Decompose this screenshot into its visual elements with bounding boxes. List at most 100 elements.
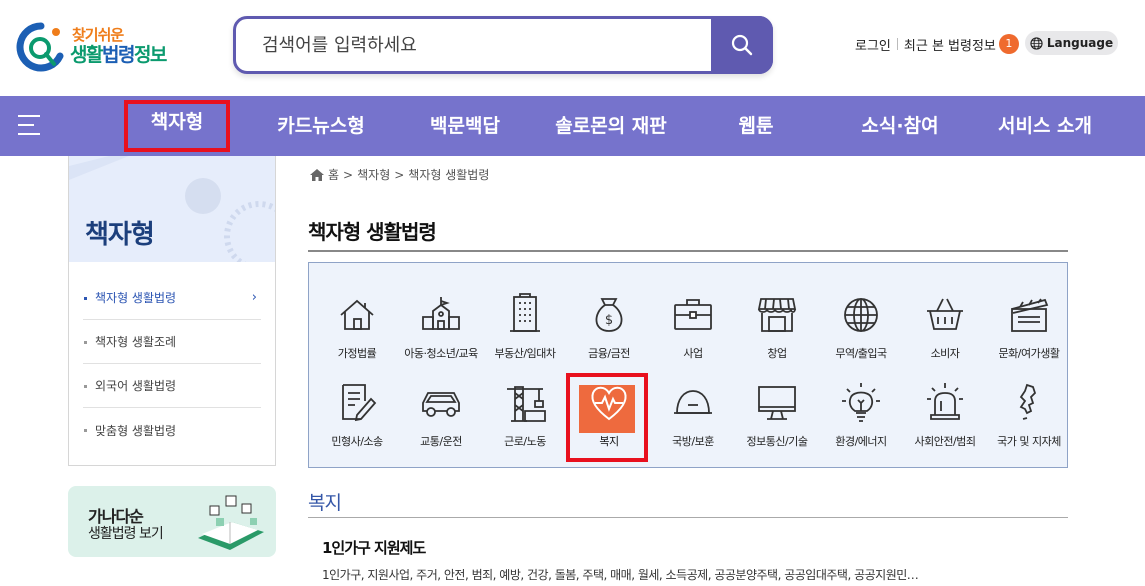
nav-item-booklet[interactable]: 책자형: [124, 100, 230, 152]
house-icon: [340, 299, 374, 330]
category-label: 근로/노동: [504, 435, 546, 448]
category-label: 부동산/임대차: [494, 347, 556, 360]
building-icon: [510, 293, 540, 332]
korea-map-icon: [1019, 383, 1037, 420]
search-box: [233, 16, 773, 74]
sidebar-item-foreign-laws[interactable]: 외국어 생활법령: [83, 364, 261, 408]
sidebar-item-label: 맞춤형 생활법령: [95, 423, 177, 438]
sidebar: 책자형 책자형 생활법령 › 책자형 생활조례 외국어 생활법령 맞춤형 생활법…: [68, 156, 276, 466]
nav-item-qna[interactable]: 백문백답: [408, 96, 522, 156]
category-finance[interactable]: $ 금융/금전: [567, 293, 651, 373]
globe-icon: [1030, 36, 1043, 50]
sidebar-item-label: 외국어 생활법령: [95, 379, 177, 393]
category-traffic[interactable]: 교통/운전: [399, 381, 483, 461]
category-business[interactable]: 사업: [651, 293, 735, 373]
sidebar-item-booklet-laws[interactable]: 책자형 생활법령 ›: [83, 276, 261, 320]
category-defense[interactable]: 국방/보훈: [651, 381, 735, 461]
category-label: 문화/여가생활: [998, 347, 1060, 360]
breadcrumb-separator: >: [343, 167, 354, 182]
money-bag-icon: $: [595, 298, 623, 332]
car-icon: [422, 392, 460, 417]
category-public-safety[interactable]: 사회안전/범죄: [903, 381, 987, 461]
category-label: 창업: [767, 347, 787, 360]
breadcrumb-separator: >: [394, 167, 405, 182]
sidebar-title: 책자형: [85, 220, 155, 250]
category-culture[interactable]: 문화/여가생활: [987, 293, 1071, 373]
recent-count-badge: 1: [998, 34, 1019, 54]
category-youth-education[interactable]: 아동·청소년/교육: [399, 293, 483, 373]
law-item-title[interactable]: 1인가구 지원제도: [322, 537, 426, 558]
basket-icon: [927, 298, 963, 330]
category-startup[interactable]: 창업: [735, 293, 819, 373]
store-icon: [757, 298, 797, 332]
category-consumer[interactable]: 소비자: [903, 293, 987, 373]
lightbulb-icon: [842, 383, 880, 422]
banner-subtitle: 생활법령 보기: [88, 526, 164, 542]
category-family[interactable]: 가정법률: [315, 293, 399, 373]
breadcrumb-current: 책자형 생활법령: [408, 168, 490, 182]
nav-item-webtoon[interactable]: 웹툰: [712, 96, 800, 156]
category-label: 국방/보훈: [672, 435, 714, 448]
sidebar-item-booklet-ordinances[interactable]: 책자형 생활조례: [83, 320, 261, 364]
sidebar-item-label: 책자형 생활조례: [95, 335, 177, 349]
category-label: 교통/운전: [420, 435, 462, 448]
clapper-icon: [1011, 298, 1049, 332]
category-label: 사회안전/범죄: [914, 435, 976, 448]
home-icon[interactable]: [310, 168, 324, 181]
category-welfare[interactable]: 복지: [567, 381, 651, 461]
recent-laws-link[interactable]: 최근 본 법령정보: [904, 35, 996, 54]
siren-icon: [927, 383, 963, 420]
section-divider: [308, 517, 1068, 518]
search-button[interactable]: [711, 16, 773, 74]
category-trade[interactable]: 무역/출입국: [819, 293, 903, 373]
nav-item-cardnews[interactable]: 카드뉴스형: [256, 96, 386, 156]
logo-title: 생활법령정보: [70, 40, 167, 67]
logo-title-part: 정보: [133, 44, 167, 66]
category-label: 소비자: [930, 347, 960, 360]
breadcrumb-home[interactable]: 홈: [328, 166, 339, 183]
header: 찾기쉬운 생활법령정보 로그인 최근 본 법령정보 1 Language: [0, 0, 1145, 96]
logo-title-part: 생활: [70, 44, 103, 66]
search-input[interactable]: [262, 31, 702, 59]
briefcase-icon: [674, 299, 712, 330]
heart-pulse-icon: [591, 386, 627, 421]
category-real-estate[interactable]: 부동산/임대차: [483, 293, 567, 373]
alphabetical-laws-banner[interactable]: 가나다순 생활법령 보기: [68, 486, 276, 557]
law-item-keywords: 1인가구, 지원사업, 주거, 안전, 범죄, 예방, 건강, 돌봄, 주택, …: [322, 568, 919, 582]
category-government[interactable]: 국가 및 지자체: [987, 381, 1071, 461]
sidebar-menu: 책자형 생활법령 › 책자형 생활조례 외국어 생활법령 맞춤형 생활법령: [69, 276, 275, 452]
globe-icon: [844, 298, 878, 332]
category-label: 복지: [599, 435, 619, 448]
sidebar-item-label: 책자형 생활법령: [95, 291, 177, 305]
search-icon: [731, 34, 753, 56]
chevron-right-icon: ›: [251, 290, 257, 305]
login-link[interactable]: 로그인: [855, 35, 891, 54]
sidebar-header: 책자형: [69, 156, 275, 262]
category-environment[interactable]: 환경/에너지: [819, 381, 903, 461]
school-icon: [422, 297, 460, 330]
category-label: 아동·청소년/교육: [404, 347, 478, 360]
nav-item-solomon[interactable]: 솔로몬의 재판: [536, 96, 686, 156]
site-logo[interactable]: 찾기쉬운 생활법령정보: [16, 22, 186, 72]
book-letters-icon: [198, 495, 264, 550]
language-button[interactable]: Language: [1025, 31, 1118, 55]
nav-item-news[interactable]: 소식·참여: [840, 96, 960, 156]
language-label: Language: [1046, 36, 1114, 50]
sidebar-item-custom-laws[interactable]: 맞춤형 생활법령: [83, 408, 261, 452]
page-title: 책자형 생활법령: [308, 220, 437, 244]
hamburger-menu-icon[interactable]: [18, 115, 42, 135]
svg-text:$: $: [605, 313, 613, 328]
category-grid: 가정법률 아동·청소년/교육 부동산/임대차 $ 금융/금전 사업 창업 무역/…: [308, 262, 1068, 468]
category-label: 사업: [683, 347, 703, 360]
category-label: 환경/에너지: [835, 435, 887, 448]
nav-item-about[interactable]: 서비스 소개: [980, 96, 1110, 156]
category-ict[interactable]: 정보통신/기술: [735, 381, 819, 461]
category-label: 금융/금전: [588, 347, 630, 360]
title-divider: [308, 250, 1068, 252]
divider: [896, 38, 898, 50]
main-nav: 책자형 카드뉴스형 백문백답 솔로몬의 재판 웹툰 소식·참여 서비스 소개: [0, 96, 1145, 156]
category-label: 가정법률: [337, 347, 377, 360]
category-labor[interactable]: 근로/노동: [483, 381, 567, 461]
breadcrumb-level1[interactable]: 책자형: [357, 166, 390, 183]
category-civil-criminal[interactable]: 민형사/소송: [315, 381, 399, 461]
